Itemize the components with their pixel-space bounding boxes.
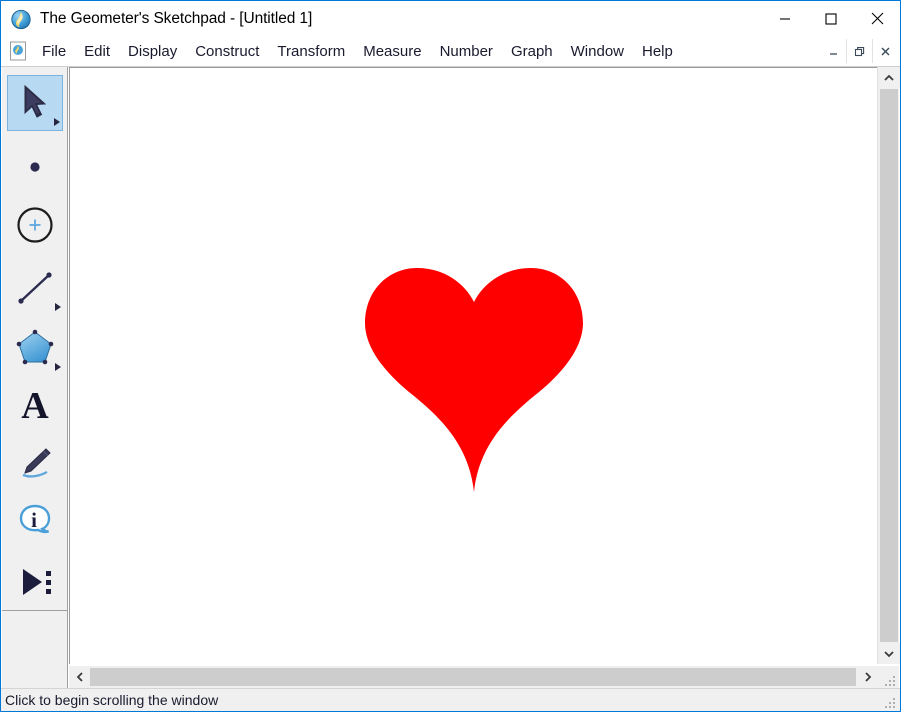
chevron-left-icon[interactable]: [69, 666, 91, 687]
menu-item-measure[interactable]: Measure: [354, 37, 430, 66]
play-dots-icon: [12, 559, 58, 605]
mdi-close-icon[interactable]: [872, 39, 898, 63]
maximize-icon[interactable]: [808, 1, 854, 36]
pentagon-icon: [12, 324, 58, 370]
point-tool[interactable]: [7, 137, 63, 193]
custom-tool[interactable]: [7, 554, 63, 610]
marker-tool[interactable]: [7, 435, 63, 491]
minimize-icon[interactable]: [762, 1, 808, 36]
mdi-window-controls: [821, 38, 898, 64]
arrow-tool[interactable]: [7, 75, 63, 131]
menu-item-transform[interactable]: Transform: [268, 37, 354, 66]
scrollbar-corner-grip: [877, 666, 899, 688]
window-title: The Geometer's Sketchpad - [Untitled 1]: [40, 9, 313, 27]
menu-item-file[interactable]: File: [33, 37, 75, 66]
vertical-scrollbar[interactable]: [877, 67, 900, 664]
polygon-tool-flyout-icon[interactable]: [55, 363, 61, 371]
title-bar: The Geometer's Sketchpad - [Untitled 1]: [1, 1, 900, 36]
svg-text:i: i: [31, 508, 37, 532]
horizontal-scrollbar-thumb[interactable]: [90, 668, 856, 686]
status-message: Click to begin scrolling the window: [5, 692, 219, 708]
toolbox-panel: A i: [2, 67, 68, 611]
toolbox-lower-panel: [2, 611, 68, 690]
point-icon: [12, 142, 58, 188]
information-tool[interactable]: i: [7, 494, 63, 550]
compass-tool[interactable]: [7, 197, 63, 253]
menu-item-number[interactable]: Number: [431, 37, 502, 66]
svg-text:A: A: [21, 385, 49, 427]
menu-item-display[interactable]: Display: [119, 37, 186, 66]
menu-item-graph[interactable]: Graph: [502, 37, 562, 66]
resize-grip-icon[interactable]: [884, 695, 898, 709]
pen-icon: [12, 440, 58, 486]
menu-item-help[interactable]: Help: [633, 37, 682, 66]
menu-bar: File Edit Display Construct Transform Me…: [1, 36, 900, 67]
horizontal-scrollbar[interactable]: [69, 666, 879, 688]
window-controls: [762, 1, 900, 36]
menu-item-window[interactable]: Window: [562, 37, 633, 66]
mdi-restore-icon[interactable]: [846, 39, 872, 63]
sketchpad-window: The Geometer's Sketchpad - [Untitled 1] …: [0, 0, 901, 712]
circle-icon: [12, 202, 58, 248]
menu-item-construct[interactable]: Construct: [186, 37, 268, 66]
document-icon[interactable]: [9, 41, 27, 61]
menu-item-edit[interactable]: Edit: [75, 37, 119, 66]
text-tool[interactable]: A: [7, 377, 63, 433]
info-balloon-icon: i: [12, 499, 58, 545]
arrow-tool-flyout-icon[interactable]: [54, 118, 60, 126]
sketch-canvas[interactable]: [69, 67, 878, 664]
chevron-right-icon[interactable]: [857, 666, 879, 687]
mdi-minimize-icon[interactable]: [821, 39, 846, 63]
vertical-scrollbar-thumb[interactable]: [880, 89, 898, 642]
heart-shape[interactable]: [365, 268, 583, 492]
straightedge-tool[interactable]: [7, 259, 63, 315]
straightedge-tool-flyout-icon[interactable]: [55, 303, 61, 311]
arrow-cursor-icon: [12, 80, 58, 126]
letter-a-icon: A: [12, 382, 58, 428]
chevron-up-icon[interactable]: [878, 67, 900, 88]
status-bar: Click to begin scrolling the window: [1, 688, 900, 711]
close-icon[interactable]: [854, 1, 900, 36]
sketchpad-globe-icon: [10, 8, 32, 30]
polygon-tool[interactable]: [7, 319, 63, 375]
segment-icon: [12, 264, 58, 310]
chevron-down-icon[interactable]: [878, 643, 900, 664]
